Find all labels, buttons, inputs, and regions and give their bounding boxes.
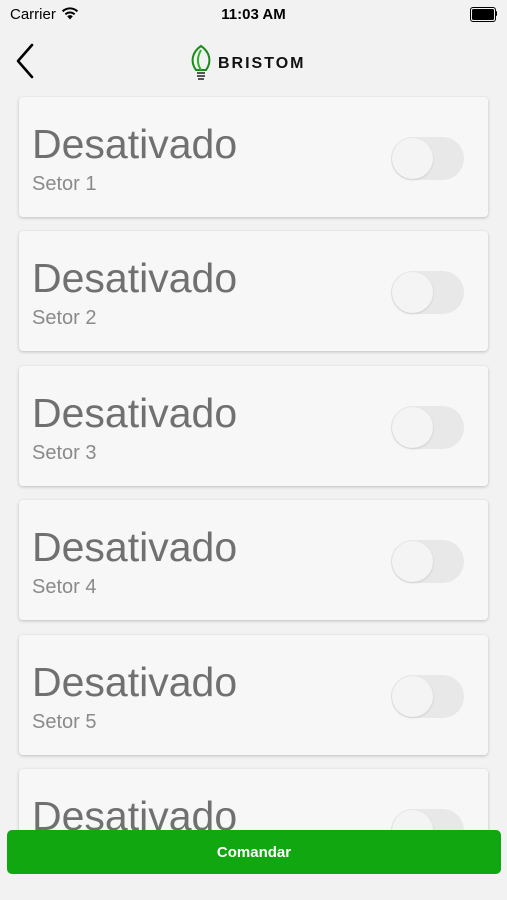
toggle-knob — [392, 541, 433, 582]
sector-name: Setor 2 — [32, 307, 97, 329]
sector-toggle[interactable] — [391, 406, 464, 449]
navigation-bar: BRISTOM — [0, 28, 507, 92]
sector-card: Desativado Setor 2 — [19, 231, 488, 351]
sector-name: Setor 3 — [32, 442, 97, 464]
sector-status: Desativado — [32, 659, 238, 705]
toggle-knob — [392, 810, 433, 832]
battery-icon — [470, 7, 498, 22]
sector-toggle[interactable] — [391, 809, 464, 832]
status-bar: Carrier 11:03 AM — [0, 0, 507, 28]
back-button[interactable] — [8, 40, 44, 84]
sector-card: Desativado Setor 3 — [19, 366, 488, 486]
logo-text: BRISTOM — [218, 55, 306, 72]
toggle-knob — [392, 138, 433, 179]
clock: 11:03 AM — [221, 6, 286, 23]
chevron-left-icon — [16, 43, 34, 79]
sector-name: Setor 1 — [32, 173, 97, 195]
sector-status: Desativado — [32, 793, 238, 832]
sector-status: Desativado — [32, 524, 238, 570]
toggle-knob — [392, 272, 433, 313]
sector-status: Desativado — [32, 121, 238, 167]
toggle-knob — [392, 676, 433, 717]
leaf-bulb-icon — [191, 44, 211, 80]
sector-status: Desativado — [32, 390, 238, 436]
sector-card: Desativado — [19, 769, 488, 832]
sector-name: Setor 4 — [32, 576, 97, 598]
sector-card: Desativado Setor 4 — [19, 500, 488, 620]
sector-card: Desativado Setor 1 — [19, 97, 488, 217]
toggle-knob — [392, 407, 433, 448]
sector-name: Setor 5 — [32, 711, 97, 733]
sector-status: Desativado — [32, 255, 238, 301]
sector-list[interactable]: Desativado Setor 1 Desativado Setor 2 De… — [0, 96, 507, 832]
sector-toggle[interactable] — [391, 540, 464, 583]
sector-toggle[interactable] — [391, 271, 464, 314]
sector-card: Desativado Setor 5 — [19, 635, 488, 755]
sector-toggle[interactable] — [391, 137, 464, 180]
command-button[interactable]: Comandar — [7, 830, 501, 874]
sector-toggle[interactable] — [391, 675, 464, 718]
logo: BRISTOM — [188, 44, 305, 84]
